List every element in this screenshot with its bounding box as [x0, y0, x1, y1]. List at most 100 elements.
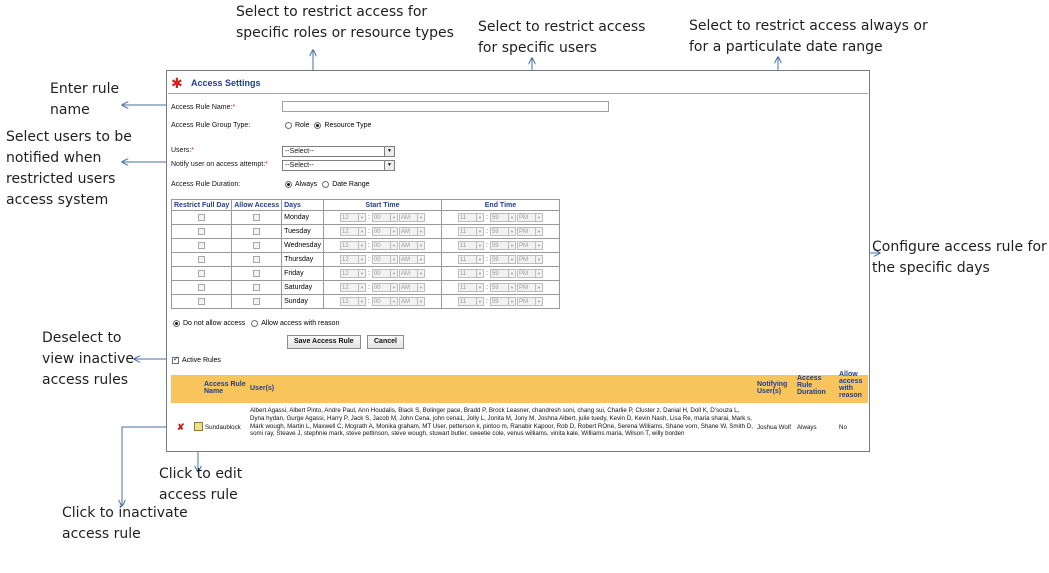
time-select[interactable]: 59 ▼: [489, 241, 516, 250]
notify-label: Notify user on access attempt:*: [171, 161, 268, 168]
radio-do-not-allow[interactable]: [173, 320, 180, 327]
radio-resource-type[interactable]: [314, 122, 322, 129]
save-access-rule-button[interactable]: Save Access Rule: [287, 335, 361, 349]
start-time-cell: 12 ▼:00 ▼ AM ▼: [322, 238, 442, 253]
time-select[interactable]: AM ▼: [398, 255, 425, 264]
time-select[interactable]: 00 ▼: [371, 241, 398, 250]
time-select[interactable]: 11 ▼: [457, 241, 484, 250]
access-option-radios: Do not allow access Allow access with re…: [173, 320, 339, 327]
inactivate-icon[interactable]: ✘: [177, 423, 185, 432]
time-select[interactable]: PM ▼: [516, 227, 543, 236]
start-time-cell: 12 ▼:00 ▼ AM ▼: [322, 294, 442, 309]
allow-access-cell: [231, 280, 283, 295]
schedule-row: Friday 12 ▼:00 ▼ AM ▼ 11 ▼:59 ▼ PM ▼: [170, 266, 560, 281]
allow-access-checkbox[interactable]: [253, 297, 261, 305]
chevron-down-icon: ▼: [475, 228, 483, 235]
radio-allow-with-reason[interactable]: [251, 320, 259, 327]
restrict-full-day-checkbox[interactable]: [198, 283, 206, 291]
time-select[interactable]: 11 ▼: [457, 213, 484, 222]
restrict-full-day-checkbox[interactable]: [198, 255, 206, 263]
time-colon: :: [367, 214, 370, 221]
restrict-full-day-checkbox[interactable]: [198, 213, 206, 221]
start-time-cell: 12 ▼:00 ▼ AM ▼: [322, 210, 442, 225]
allow-access-cell: [231, 224, 283, 239]
chevron-down-icon: ▼: [357, 214, 365, 221]
schedule-row: Wednesday 12 ▼:00 ▼ AM ▼ 11 ▼:59 ▼ PM ▼: [170, 238, 560, 253]
allow-access-checkbox[interactable]: [253, 213, 261, 221]
restrict-full-day-checkbox[interactable]: [198, 241, 206, 249]
time-select[interactable]: 59 ▼: [489, 297, 516, 306]
time-select[interactable]: 12 ▼: [339, 255, 366, 264]
restrict-full-day-cell: [170, 238, 233, 253]
users-label: Users:*: [171, 147, 194, 154]
time-colon: :: [485, 284, 488, 291]
rule-name-cell: Sundaublock: [205, 424, 241, 431]
time-select[interactable]: AM ▼: [398, 283, 425, 292]
time-select[interactable]: 11 ▼: [457, 283, 484, 292]
users-select[interactable]: --Select-- ▼: [282, 146, 395, 157]
time-select[interactable]: 11 ▼: [457, 255, 484, 264]
notify-select[interactable]: --Select-- ▼: [282, 160, 395, 171]
chevron-down-icon: ▼: [507, 214, 515, 221]
allow-access-checkbox[interactable]: [253, 255, 261, 263]
active-rules-checkbox[interactable]: [172, 355, 179, 364]
allow-access-cell: [231, 294, 283, 309]
allow-access-checkbox[interactable]: [253, 227, 261, 235]
time-select[interactable]: PM ▼: [516, 241, 543, 250]
header-duration: Access Rule Duration: [797, 375, 826, 396]
time-select[interactable]: 12 ▼: [339, 227, 366, 236]
schedule-header-row: Restrict Full Day Allow Access Days Star…: [170, 199, 560, 211]
restrict-full-day-checkbox[interactable]: [198, 297, 206, 305]
time-select[interactable]: 12 ▼: [339, 269, 366, 278]
time-select[interactable]: 12 ▼: [339, 297, 366, 306]
time-select[interactable]: 00 ▼: [371, 283, 398, 292]
time-select[interactable]: 00 ▼: [371, 255, 398, 264]
restrict-full-day-cell: [170, 280, 233, 295]
time-colon: :: [485, 270, 488, 277]
time-select[interactable]: 59 ▼: [489, 269, 516, 278]
time-colon: :: [367, 270, 370, 277]
allow-access-checkbox[interactable]: [253, 269, 261, 277]
restrict-full-day-checkbox[interactable]: [198, 227, 206, 235]
time-select[interactable]: 00 ▼: [371, 269, 398, 278]
chevron-down-icon: ▼: [357, 298, 365, 305]
time-colon: :: [367, 284, 370, 291]
time-select[interactable]: AM ▼: [398, 269, 425, 278]
header-users: User(s): [250, 385, 275, 392]
rules-table-header: Access Rule Name User(s) Notifying User(…: [171, 371, 868, 403]
time-select[interactable]: 12 ▼: [339, 213, 366, 222]
time-select[interactable]: AM ▼: [398, 227, 425, 236]
radio-role[interactable]: [285, 122, 292, 129]
restrict-full-day-checkbox[interactable]: [198, 269, 206, 277]
time-select[interactable]: 59 ▼: [489, 283, 516, 292]
allow-access-checkbox[interactable]: [253, 283, 261, 291]
time-select[interactable]: PM ▼: [516, 255, 543, 264]
time-select[interactable]: 11 ▼: [457, 269, 484, 278]
time-select[interactable]: 11 ▼: [457, 227, 484, 236]
time-select[interactable]: PM ▼: [516, 297, 543, 306]
time-select[interactable]: AM ▼: [398, 297, 425, 306]
time-select[interactable]: 11 ▼: [457, 297, 484, 306]
cancel-button[interactable]: Cancel: [367, 335, 404, 349]
time-select[interactable]: PM ▼: [516, 283, 543, 292]
time-select[interactable]: AM ▼: [398, 241, 425, 250]
time-select[interactable]: PM ▼: [516, 269, 543, 278]
time-select[interactable]: 12 ▼: [339, 283, 366, 292]
radio-date-range[interactable]: [322, 181, 330, 188]
time-select[interactable]: 59 ▼: [489, 255, 516, 264]
rule-name-input[interactable]: [282, 101, 609, 112]
active-rules-toggle[interactable]: Active Rules: [172, 355, 221, 364]
header-allow-reason: Allow access with reason: [839, 371, 863, 399]
time-select[interactable]: PM ▼: [516, 213, 543, 222]
radio-always[interactable]: [285, 181, 292, 188]
time-select[interactable]: AM ▼: [398, 213, 425, 222]
time-select[interactable]: 00 ▼: [371, 227, 398, 236]
edit-icon[interactable]: [194, 422, 203, 431]
allow-access-checkbox[interactable]: [253, 241, 261, 249]
time-select[interactable]: 00 ▼: [371, 213, 398, 222]
time-select[interactable]: 00 ▼: [371, 297, 398, 306]
time-select[interactable]: 59 ▼: [489, 213, 516, 222]
time-select[interactable]: 59 ▼: [489, 227, 516, 236]
time-select[interactable]: 12 ▼: [339, 241, 366, 250]
duration-radios: Always Date Range: [285, 181, 370, 188]
